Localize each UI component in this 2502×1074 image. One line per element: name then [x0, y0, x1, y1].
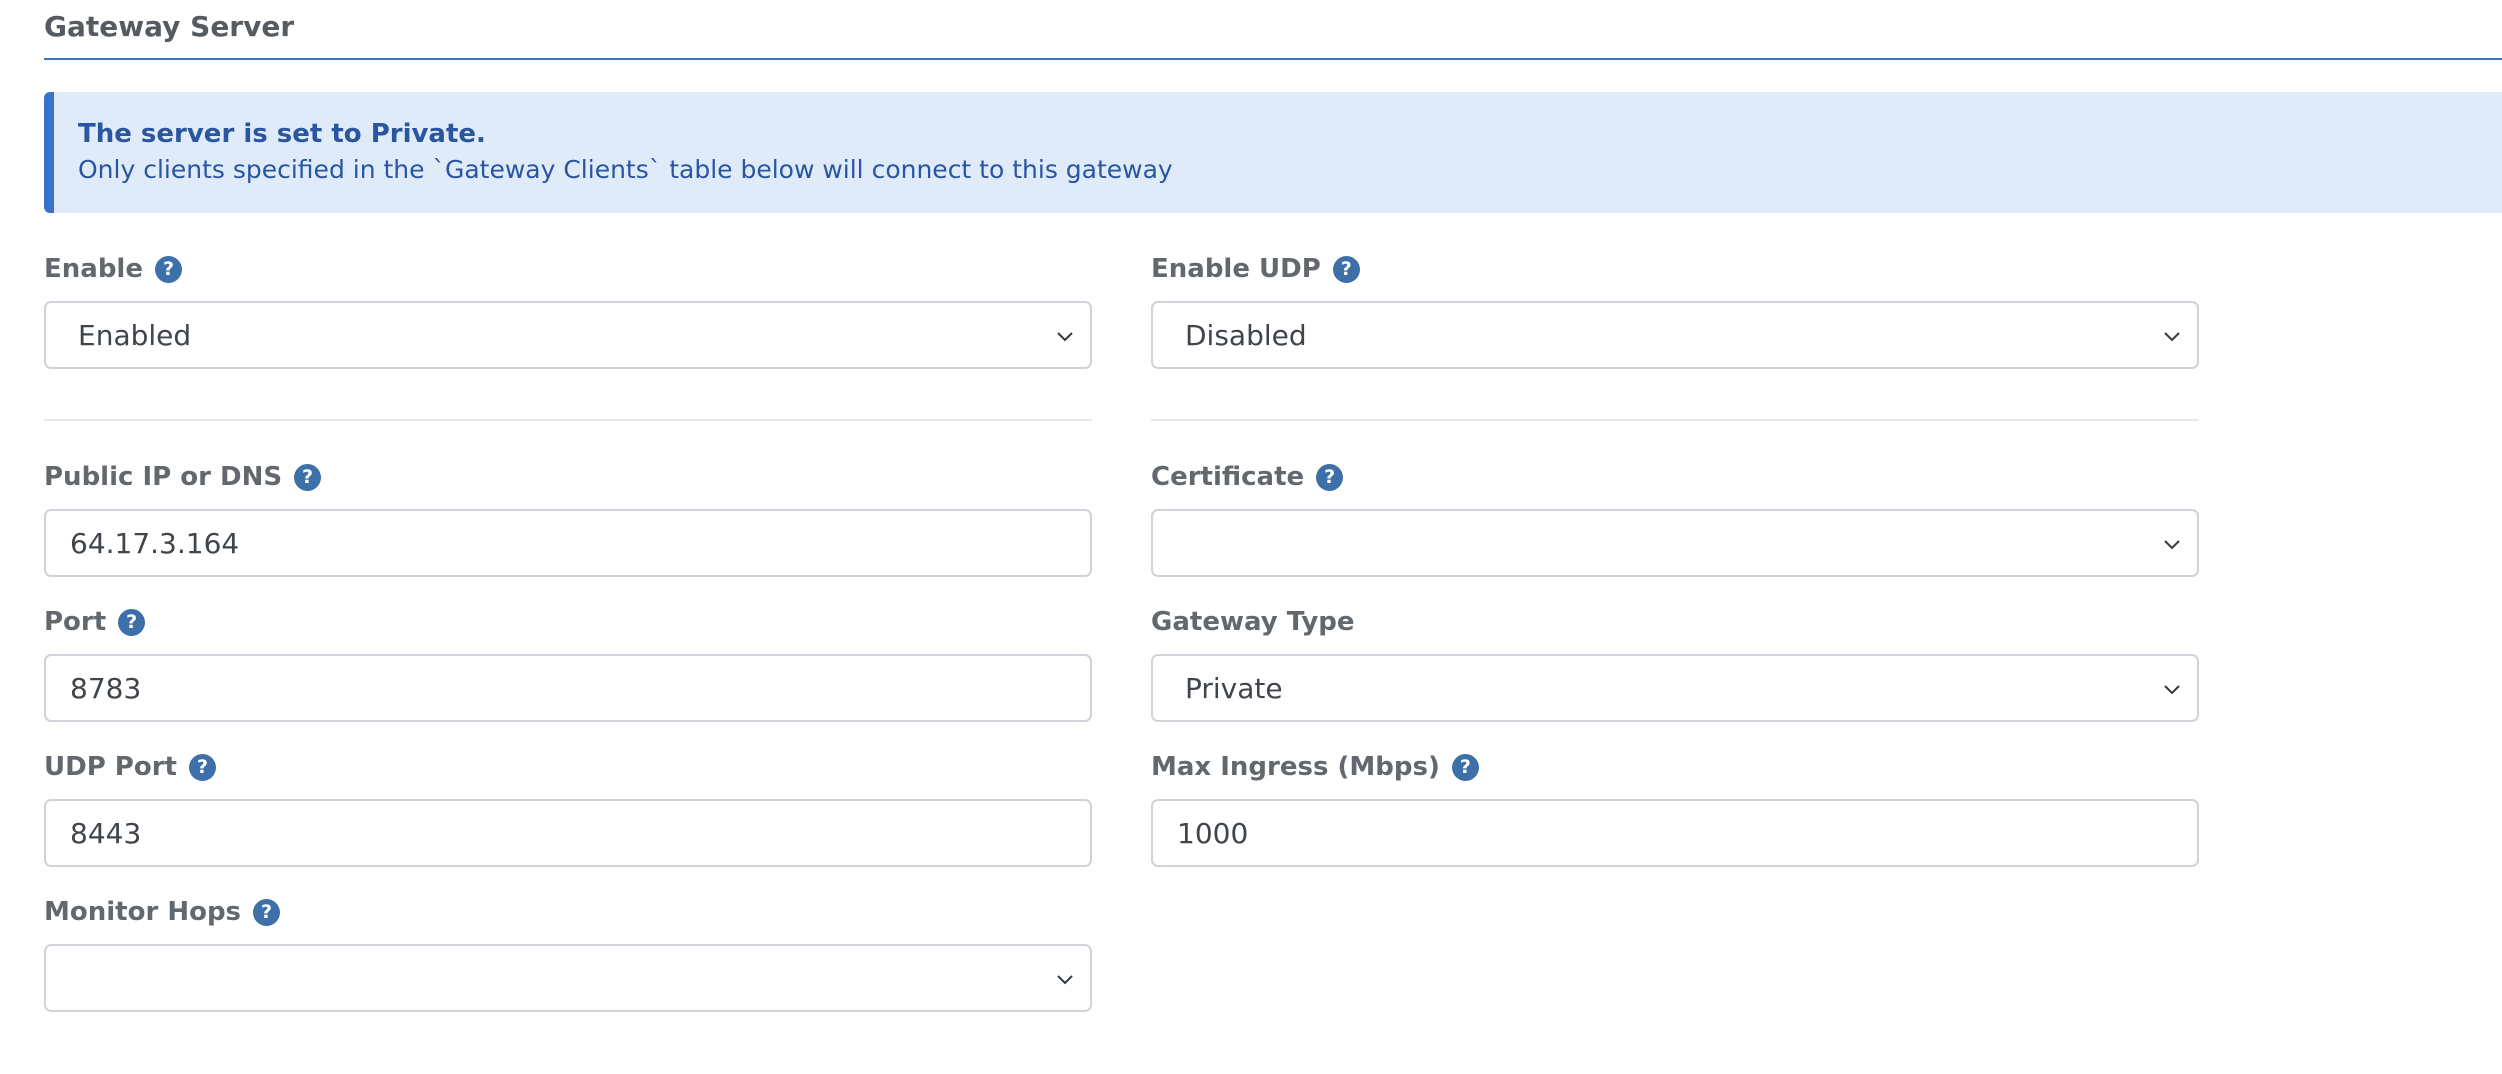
help-icon[interactable]: ?: [154, 255, 182, 283]
enable-udp-label: Enable UDP ?: [1151, 254, 1360, 284]
public-ip-input-value: 64.17.3.164: [70, 526, 240, 560]
enable-select[interactable]: Enabled: [44, 301, 1092, 369]
port-label-text: Port: [44, 607, 107, 637]
certificate-label: Certificate ?: [1151, 462, 1344, 492]
udp-port-input[interactable]: 8443: [44, 799, 1092, 867]
enable-udp-select-value: Disabled: [1185, 318, 1307, 352]
udp-port-label-text: UDP Port: [44, 752, 177, 782]
section-divider: [44, 58, 2502, 60]
port-input[interactable]: 8783: [44, 654, 1092, 722]
help-icon[interactable]: ?: [1316, 463, 1344, 491]
gateway-type-select[interactable]: Private: [1151, 654, 2199, 722]
gateway-server-panel: Gateway Server The server is set to Priv…: [0, 0, 2502, 1074]
certificate-label-text: Certificate: [1151, 462, 1305, 492]
udp-port-input-value: 8443: [70, 816, 142, 850]
monitor-hops-select[interactable]: [44, 944, 1092, 1012]
chevron-down-icon: [2164, 540, 2180, 550]
chevron-down-icon: [1057, 975, 1073, 985]
form-divider: [1151, 419, 2199, 421]
form-divider: [44, 419, 1092, 421]
help-icon[interactable]: ?: [1332, 255, 1360, 283]
enable-udp-select[interactable]: Disabled: [1151, 301, 2199, 369]
help-icon[interactable]: ?: [1451, 753, 1479, 781]
enable-udp-label-text: Enable UDP: [1151, 254, 1321, 284]
section-title: Gateway Server: [44, 10, 295, 43]
alert-title: The server is set to Private.: [78, 119, 486, 149]
enable-label-text: Enable: [44, 254, 143, 284]
gateway-type-label: Gateway Type: [1151, 607, 1355, 637]
help-icon[interactable]: ?: [253, 898, 281, 926]
help-icon[interactable]: ?: [188, 753, 216, 781]
public-ip-label-text: Public IP or DNS: [44, 462, 283, 492]
chevron-down-icon: [2164, 332, 2180, 342]
help-icon[interactable]: ?: [294, 463, 322, 491]
chevron-down-icon: [2164, 685, 2180, 695]
max-ingress-label: Max Ingress (Mbps) ?: [1151, 752, 1479, 782]
gateway-type-select-value: Private: [1185, 671, 1283, 705]
udp-port-label: UDP Port ?: [44, 752, 216, 782]
enable-select-value: Enabled: [78, 318, 192, 352]
public-ip-input[interactable]: 64.17.3.164: [44, 509, 1092, 577]
max-ingress-label-text: Max Ingress (Mbps): [1151, 752, 1440, 782]
port-label: Port ?: [44, 607, 146, 637]
help-icon[interactable]: ?: [118, 608, 146, 636]
alert-message: Only clients specified in the `Gateway C…: [78, 155, 1173, 184]
monitor-hops-label-text: Monitor Hops: [44, 897, 242, 927]
port-input-value: 8783: [70, 671, 142, 705]
monitor-hops-label: Monitor Hops ?: [44, 897, 281, 927]
info-alert: The server is set to Private. Only clien…: [44, 92, 2502, 213]
gateway-type-label-text: Gateway Type: [1151, 607, 1355, 637]
max-ingress-input-value: 1000: [1177, 816, 1249, 850]
certificate-select[interactable]: [1151, 509, 2199, 577]
chevron-down-icon: [1057, 332, 1073, 342]
public-ip-label: Public IP or DNS ?: [44, 462, 322, 492]
max-ingress-input[interactable]: 1000: [1151, 799, 2199, 867]
enable-label: Enable ?: [44, 254, 182, 284]
